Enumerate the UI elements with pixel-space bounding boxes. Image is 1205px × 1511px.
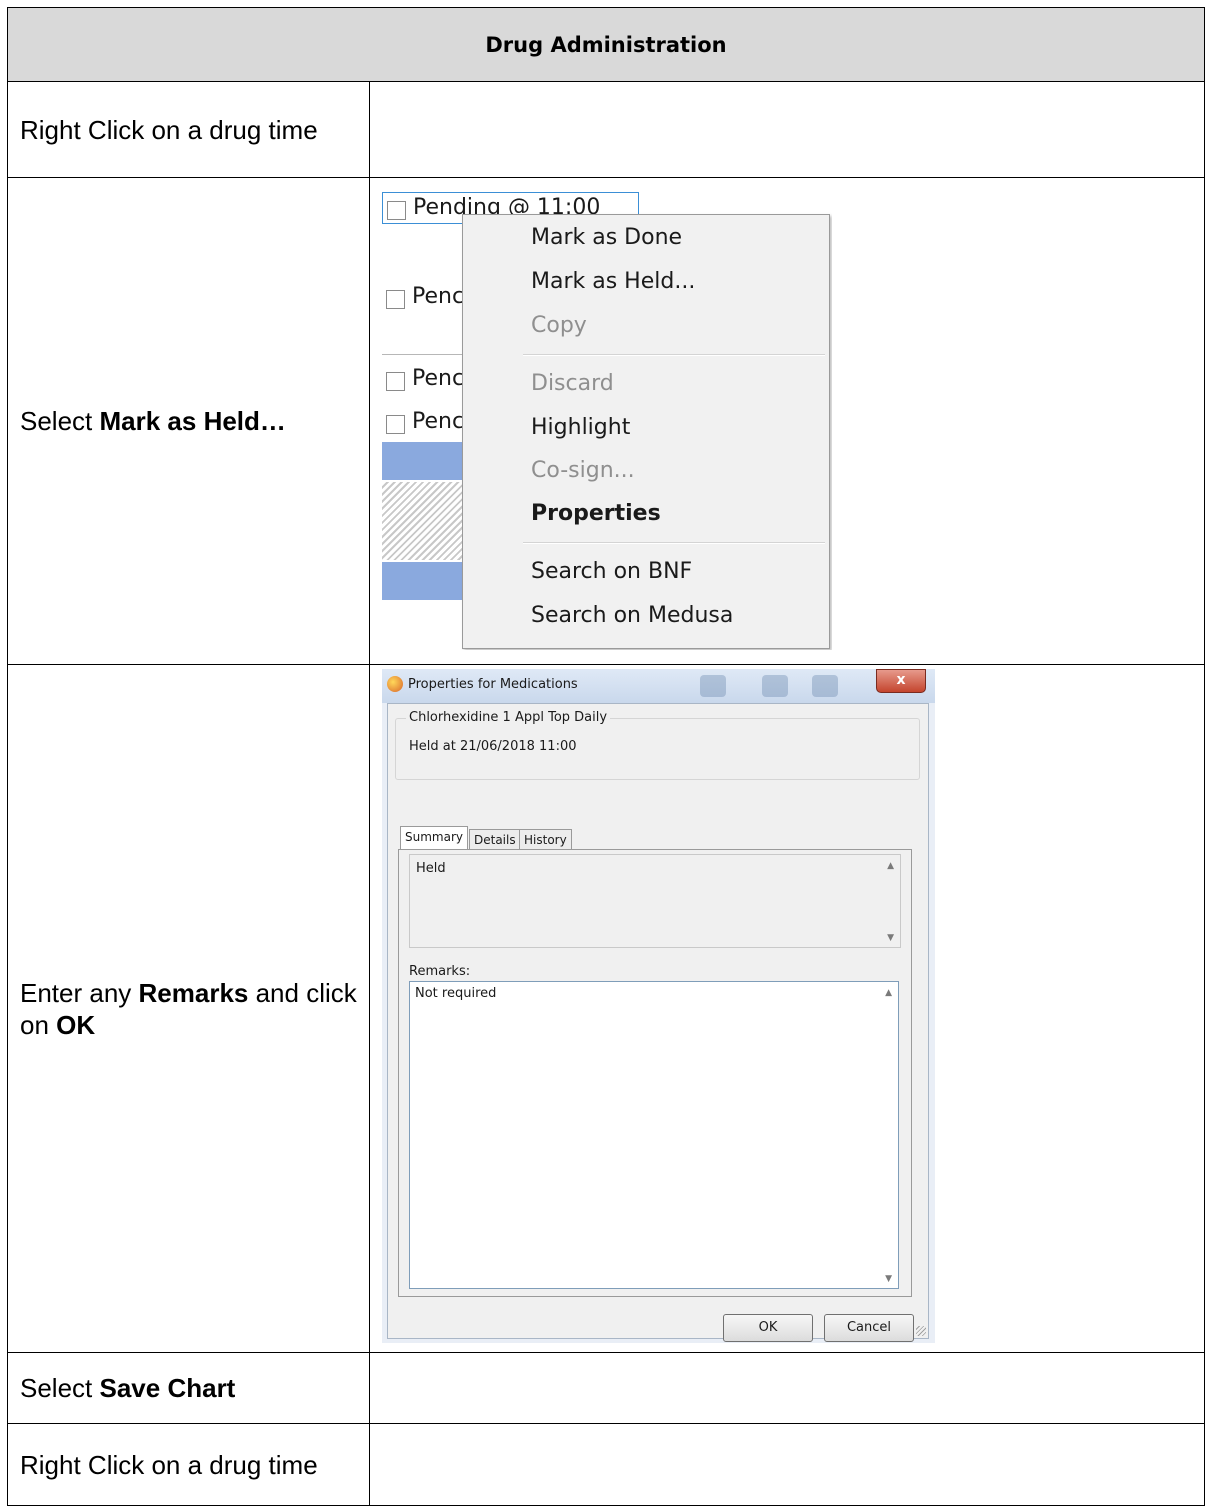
background-icon <box>700 675 726 697</box>
remarks-value: Not required <box>415 986 497 1001</box>
step-row: Right Click on a drug time <box>7 81 1205 178</box>
step-1-text: Right Click on a drug time <box>7 81 370 178</box>
step-row: Select Save Chart <box>7 1352 1205 1424</box>
drug-groupbox: Chlorhexidine 1 Appl Top Daily Held at 2… <box>395 710 920 780</box>
list-item-label: Penc <box>412 284 465 309</box>
menu-separator <box>523 354 825 356</box>
highlight-bar <box>382 442 472 480</box>
menu-item-discard[interactable]: Discard <box>531 371 614 396</box>
background-icon <box>762 675 788 697</box>
step-4-image-cell <box>369 1352 1205 1424</box>
step-row: Right Click on a drug time <box>7 1423 1205 1506</box>
checkbox[interactable] <box>386 372 405 391</box>
summary-panel: Held ▲ ▼ Remarks: Not required ▲ ▼ <box>398 849 912 1297</box>
list-item-label: Penc <box>412 409 465 434</box>
tab-history[interactable]: History <box>519 829 572 850</box>
menu-item-mark-as-done[interactable]: Mark as Done <box>531 225 682 250</box>
checkbox[interactable] <box>387 201 406 220</box>
resize-grip[interactable] <box>916 1326 926 1336</box>
step-3-image-cell: Properties for Medications x Chlorhexidi… <box>369 664 1205 1353</box>
step-5-text: Right Click on a drug time <box>7 1423 370 1506</box>
menu-item-mark-as-held[interactable]: Mark as Held... <box>531 269 695 294</box>
step-4-text: Select Save Chart <box>7 1352 370 1424</box>
app-icon <box>387 676 403 692</box>
context-menu-screenshot: Pending @ 11:00 Penc Penc Penc Mark as D… <box>382 192 832 650</box>
scroll-up-icon[interactable]: ▲ <box>885 988 892 998</box>
menu-item-search-bnf[interactable]: Search on BNF <box>531 559 692 584</box>
menu-item-highlight[interactable]: Highlight <box>531 415 630 440</box>
menu-item-co-sign[interactable]: Co-sign... <box>531 458 635 483</box>
scroll-down-icon[interactable]: ▼ <box>887 933 894 943</box>
instruction-table: Drug Administration Right Click on a dru… <box>7 7 1205 1506</box>
step-4-bold: Save Chart <box>99 1373 236 1403</box>
menu-separator <box>523 542 825 544</box>
highlight-bar <box>382 562 472 600</box>
step-2-text: Select Mark as Held… <box>7 177 370 665</box>
checkbox[interactable] <box>386 290 405 309</box>
cancel-button[interactable]: Cancel <box>824 1314 914 1342</box>
table-header: Drug Administration <box>7 7 1205 82</box>
menu-item-properties[interactable]: Properties <box>531 501 661 526</box>
context-menu: Mark as Done Mark as Held... Copy Discar… <box>462 214 830 649</box>
step-3-bold-remarks: Remarks <box>138 977 249 1008</box>
ok-button[interactable]: OK <box>723 1314 813 1342</box>
step-3-bold-ok: OK <box>56 1009 96 1040</box>
step-5-image-cell <box>369 1423 1205 1506</box>
summary-box: Held ▲ ▼ <box>409 854 901 948</box>
scroll-up-icon[interactable]: ▲ <box>887 861 894 871</box>
remarks-label: Remarks: <box>409 964 471 979</box>
dialog-body: Chlorhexidine 1 Appl Top Daily Held at 2… <box>387 703 929 1342</box>
step-4-prefix: Select <box>20 1373 100 1403</box>
scroll-down-icon[interactable]: ▼ <box>885 1274 892 1284</box>
checkbox[interactable] <box>386 415 405 434</box>
menu-item-search-medusa[interactable]: Search on Medusa <box>531 603 733 628</box>
close-button[interactable]: x <box>876 669 926 693</box>
summary-text: Held <box>416 861 446 876</box>
step-2-bold: Mark as Held… <box>99 406 286 436</box>
drug-name: Chlorhexidine 1 Appl Top Daily <box>406 710 611 725</box>
step-1-image-cell <box>369 81 1205 178</box>
tab-summary[interactable]: Summary <box>400 826 468 851</box>
step-2-prefix: Select <box>20 406 100 436</box>
dialog-title: Properties for Medications <box>408 677 578 692</box>
hatched-area <box>382 482 472 560</box>
step-3-prefix: Enter any <box>20 977 139 1008</box>
remarks-input[interactable]: Not required ▲ ▼ <box>409 981 899 1289</box>
background-icon <box>812 675 838 697</box>
held-at-text: Held at 21/06/2018 11:00 <box>409 739 577 754</box>
dialog-titlebar[interactable]: Properties for Medications x <box>382 669 935 703</box>
header-row: Drug Administration <box>7 7 1205 82</box>
menu-item-copy[interactable]: Copy <box>531 313 587 338</box>
step-row: Select Mark as Held… Pending @ 11:00 Pen… <box>7 177 1205 665</box>
tab-details[interactable]: Details <box>469 829 521 850</box>
step-2-image-cell: Pending @ 11:00 Penc Penc Penc Mark as D… <box>369 177 1205 665</box>
step-row: Enter any Remarks and click on OK Proper… <box>7 664 1205 1353</box>
step-3-text: Enter any Remarks and click on OK <box>7 664 370 1353</box>
list-item-label: Penc <box>412 366 465 391</box>
properties-dialog: Properties for Medications x Chlorhexidi… <box>382 669 935 1343</box>
divider <box>382 354 472 355</box>
